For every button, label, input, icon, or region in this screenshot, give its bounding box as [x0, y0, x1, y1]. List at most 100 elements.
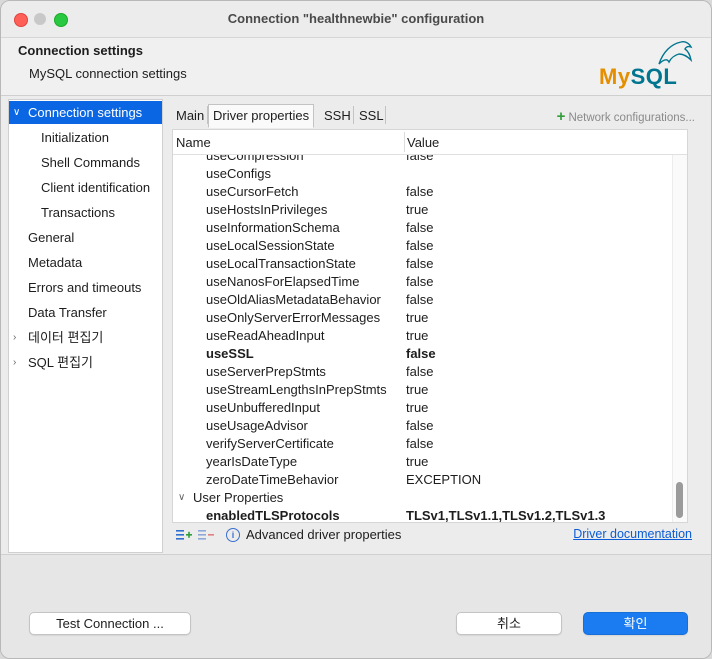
property-value[interactable]: false: [406, 219, 433, 237]
table-row[interactable]: useInformationSchema false: [173, 219, 671, 237]
plus-icon: +: [556, 108, 566, 125]
column-header-value[interactable]: Value: [407, 135, 439, 150]
sidebar-item-data-transfer[interactable]: Data Transfer: [9, 301, 162, 324]
expand-all-icon[interactable]: [176, 529, 192, 541]
table-row[interactable]: useConfigs: [173, 165, 671, 183]
header-divider: [1, 95, 711, 96]
sidebar-item-connection-settings[interactable]: ∨ Connection settings: [9, 101, 162, 124]
table-row[interactable]: useOnlyServerErrorMessages true: [173, 309, 671, 327]
table-row[interactable]: useOldAliasMetadataBehavior false: [173, 291, 671, 309]
column-header-name[interactable]: Name: [176, 135, 211, 150]
sidebar-item-label: Connection settings: [28, 105, 143, 120]
property-value[interactable]: false: [406, 291, 433, 309]
sidebar-item-label: Client identification: [41, 180, 151, 195]
table-row[interactable]: yearIsDateType true: [173, 453, 671, 471]
driver-properties-toolbar: i Advanced driver properties Driver docu…: [172, 523, 702, 547]
property-name: verifyServerCertificate: [206, 436, 334, 451]
table-group-row[interactable]: ∨ User Properties: [173, 489, 671, 507]
driver-documentation-link[interactable]: Driver documentation: [573, 527, 692, 541]
tab-separator: [385, 106, 386, 124]
advanced-driver-properties-label[interactable]: Advanced driver properties: [246, 527, 401, 542]
property-value[interactable]: true: [406, 399, 428, 417]
table-scrollbar[interactable]: [672, 155, 687, 522]
table-row[interactable]: useUsageAdvisor false: [173, 417, 671, 435]
table-row[interactable]: useLocalSessionState false: [173, 237, 671, 255]
property-value[interactable]: false: [406, 183, 433, 201]
property-value[interactable]: true: [406, 453, 428, 471]
sidebar-item-general[interactable]: General: [9, 226, 162, 249]
property-name: useCompression: [206, 155, 304, 163]
sidebar-item-errors-timeouts[interactable]: Errors and timeouts: [9, 276, 162, 299]
sidebar-item-label: 데이터 편집기: [28, 330, 104, 345]
property-value[interactable]: false: [406, 255, 433, 273]
header-title: Connection settings: [18, 43, 143, 58]
property-value[interactable]: true: [406, 201, 428, 219]
table-header: Name Value: [173, 130, 687, 155]
property-value[interactable]: false: [406, 435, 433, 453]
table-row[interactable]: useNanosForElapsedTime false: [173, 273, 671, 291]
tab-main[interactable]: Main: [171, 104, 209, 128]
property-value[interactable]: false: [406, 417, 433, 435]
chevron-down-icon[interactable]: ∨: [178, 489, 185, 507]
table-row[interactable]: useStreamLengthsInPrepStmts true: [173, 381, 671, 399]
sidebar-item-data-editor[interactable]: › 데이터 편집기: [9, 326, 162, 349]
sidebar-item-label: Transactions: [41, 205, 115, 220]
property-value[interactable]: true: [406, 327, 428, 345]
settings-sidebar: ∨ Connection settings Initialization She…: [8, 99, 163, 553]
network-configurations-button[interactable]: + Network configurations...: [557, 108, 695, 125]
table-row[interactable]: useCompression false: [173, 155, 671, 165]
property-name: useLocalTransactionState: [206, 256, 356, 271]
property-name: useLocalSessionState: [206, 238, 335, 253]
chevron-down-icon[interactable]: ∨: [13, 101, 23, 124]
sidebar-item-shell-commands[interactable]: Shell Commands: [9, 151, 162, 174]
table-row[interactable]: useReadAheadInput true: [173, 327, 671, 345]
cancel-button[interactable]: 취소: [456, 612, 562, 635]
sidebar-item-metadata[interactable]: Metadata: [9, 251, 162, 274]
property-name: useOldAliasMetadataBehavior: [206, 292, 381, 307]
property-value[interactable]: true: [406, 309, 428, 327]
table-row[interactable]: enabledTLSProtocols TLSv1,TLSv1.1,TLSv1.2…: [173, 507, 671, 522]
sidebar-item-label: Errors and timeouts: [28, 280, 142, 295]
table-row[interactable]: useLocalTransactionState false: [173, 255, 671, 273]
table-row[interactable]: useUnbufferedInput true: [173, 399, 671, 417]
sidebar-item-transactions[interactable]: Transactions: [9, 201, 162, 224]
table-row[interactable]: useHostsInPrivileges true: [173, 201, 671, 219]
sidebar-item-sql-editor[interactable]: › SQL 편집기: [9, 351, 162, 374]
tab-ssl[interactable]: SSL: [354, 104, 389, 128]
property-value[interactable]: false: [406, 155, 433, 165]
table-row[interactable]: zeroDateTimeBehavior EXCEPTION: [173, 471, 671, 489]
property-value[interactable]: false: [406, 273, 433, 291]
ok-button[interactable]: 확인: [583, 612, 688, 635]
property-name: zeroDateTimeBehavior: [206, 472, 339, 487]
property-name: useHostsInPrivileges: [206, 202, 328, 217]
chevron-right-icon[interactable]: ›: [13, 351, 23, 374]
table-row[interactable]: useSSL false: [173, 345, 671, 363]
property-name: yearIsDateType: [206, 454, 298, 469]
test-connection-button[interactable]: Test Connection ...: [29, 612, 191, 635]
content-panel: Main Driver properties SSH SSL + Network …: [167, 99, 705, 551]
property-value[interactable]: false: [406, 237, 433, 255]
sidebar-item-label: SQL 편집기: [28, 355, 94, 370]
table-row[interactable]: useCursorFetch false: [173, 183, 671, 201]
tab-driver-properties[interactable]: Driver properties: [208, 104, 315, 128]
collapse-all-icon[interactable]: [198, 529, 214, 541]
title-bar: Connection "healthnewbie" configuration: [1, 1, 711, 38]
dialog-footer: Test Connection ... 취소 확인: [1, 555, 711, 658]
property-value[interactable]: true: [406, 381, 428, 399]
sidebar-item-initialization[interactable]: Initialization: [9, 126, 162, 149]
property-value[interactable]: EXCEPTION: [406, 471, 481, 489]
tab-bar: Main Driver properties SSH SSL + Network …: [167, 99, 705, 128]
group-name: User Properties: [193, 490, 284, 505]
table-row[interactable]: useServerPrepStmts false: [173, 363, 671, 381]
table-row[interactable]: verifyServerCertificate false: [173, 435, 671, 453]
property-name: useConfigs: [206, 166, 272, 181]
sidebar-item-label: Data Transfer: [28, 305, 107, 320]
tab-ssh[interactable]: SSH: [319, 104, 356, 128]
property-value[interactable]: TLSv1,TLSv1.1,TLSv1.2,TLSv1.3: [406, 507, 605, 522]
scrollbar-thumb[interactable]: [676, 482, 683, 518]
chevron-right-icon[interactable]: ›: [13, 326, 23, 349]
sidebar-item-label: Metadata: [28, 255, 83, 270]
property-value[interactable]: false: [406, 345, 436, 363]
property-value[interactable]: false: [406, 363, 433, 381]
sidebar-item-client-identification[interactable]: Client identification: [9, 176, 162, 199]
